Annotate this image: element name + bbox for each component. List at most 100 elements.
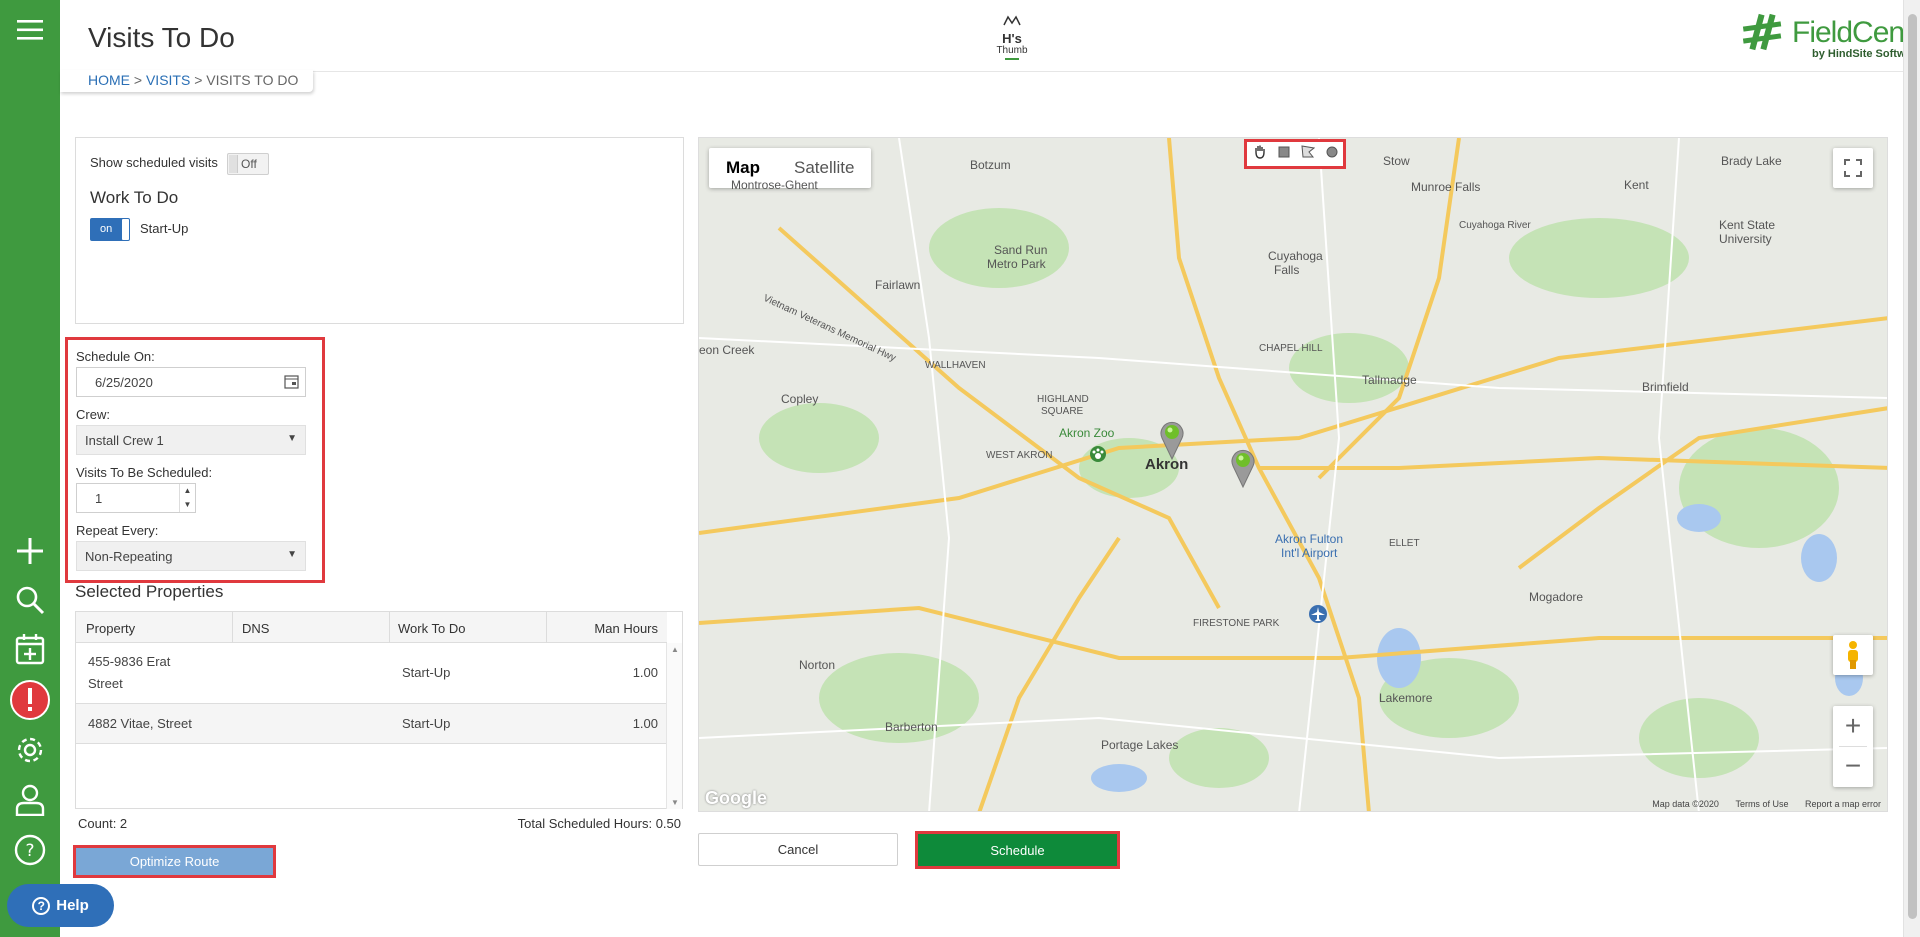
show-scheduled-toggle[interactable]: Off [227,153,269,175]
map-label: Copley [781,392,819,406]
polygon-icon[interactable] [1300,145,1315,163]
map-view[interactable]: Map Satellite + − Botzum Montrose-Ghent … [698,137,1888,812]
startup-label: Start-Up [140,221,189,236]
scroll-up-icon[interactable]: ▲ [671,645,679,654]
thumb-icon [1003,15,1021,26]
stepper-down-icon[interactable]: ▼ [180,498,195,512]
total-hours: Total Scheduled Hours: 0.50 [517,816,681,831]
column-header[interactable]: DNS [242,621,269,636]
map-label: Norton [799,658,836,672]
map-label: CHAPEL HILL [1259,343,1323,354]
plus-icon[interactable] [9,530,51,572]
scroll-down-icon[interactable]: ▼ [671,798,679,807]
map-label: HIGHLAND [1037,394,1089,405]
map-label: Sand Run [994,243,1048,257]
map-label: WALLHAVEN [925,360,986,371]
brand-name: FieldCentral [1792,16,1920,49]
map-label: Tallmadge [1362,373,1417,387]
table-row[interactable]: 4882 Vitae, Street Start-Up 1.00 [76,704,667,744]
property-line: 4882 Vitae, Street [88,716,192,731]
user-icon[interactable] [9,779,51,821]
map-label: University [1719,232,1772,246]
zoom-out-button[interactable]: − [1845,747,1861,787]
optimize-route-button[interactable]: Optimize Route [73,845,276,878]
schedule-button[interactable]: Schedule [915,831,1120,869]
schedule-on-input[interactable]: 6/25/2020 [76,367,306,397]
property-line: 455-9836 Erat [88,654,171,669]
fullscreen-button[interactable] [1833,148,1873,188]
logo-line2: Thumb [996,45,1028,56]
show-scheduled-label: Show scheduled visits [90,155,218,170]
map-label: Portage Lakes [1101,738,1179,752]
property-cell: 455-9836 Erat Street [88,651,170,695]
search-icon[interactable] [9,579,51,621]
map-label: SQUARE [1041,406,1084,417]
map-label: Barberton [885,720,938,734]
hours-cell: 1.00 [632,665,658,680]
zoom-in-button[interactable]: + [1845,706,1861,746]
rectangle-icon[interactable] [1278,145,1290,163]
map-label: Brady Lake [1721,154,1782,168]
repeat-select[interactable]: Non-Repeating ▼ [76,541,306,571]
alert-icon[interactable] [9,679,51,721]
crew-select[interactable]: Install Crew 1 ▼ [76,425,306,455]
zoom-control: + − [1833,706,1873,787]
logo-line1: H's [1002,31,1022,46]
repeat-value: Non-Repeating [85,549,173,564]
gear-icon[interactable] [9,729,51,771]
map-pin[interactable] [1159,420,1185,465]
map-label: Fairlawn [875,278,921,292]
breadcrumb-visits[interactable]: VISITS [146,72,190,88]
selected-properties-title: Selected Properties [75,582,224,601]
map-label: WEST AKRON [986,450,1053,461]
street-view-button[interactable] [1833,635,1873,675]
help-button[interactable]: ? Help [7,884,114,927]
table-row[interactable]: 455-9836 Erat Street Start-Up 1.00 [76,643,667,704]
circle-icon[interactable] [1326,145,1338,163]
company-logo: H's Thumb [992,14,1032,60]
repeat-label: Repeat Every: [76,523,159,538]
work-to-do-title: Work To Do [90,188,179,207]
crew-value: Install Crew 1 [85,433,164,448]
terms-link[interactable]: Terms of Use [1735,799,1788,809]
property-cell: 4882 Vitae, Street [88,713,192,735]
caret-down-icon: ▼ [287,549,297,560]
menu-icon[interactable] [9,9,51,51]
column-header[interactable]: Work To Do [398,621,465,636]
table-scrollbar[interactable]: ▲ ▼ [666,643,682,809]
map-attribution: Map data ©2020 Terms of Use Report a map… [1638,799,1881,809]
column-header[interactable]: Property [86,621,135,636]
fieldcentral-logo-icon [1742,13,1782,51]
google-logo: Google [705,788,767,808]
toggle-text: Off [241,157,257,171]
schedule-on-value: 6/25/2020 [95,375,153,390]
startup-toggle[interactable]: on [90,218,130,241]
visits-label: Visits To Be Scheduled: [76,465,213,480]
stepper-up-icon[interactable]: ▲ [180,484,195,498]
report-link[interactable]: Report a map error [1805,799,1881,809]
breadcrumb-home[interactable]: HOME [88,72,130,88]
brand-logo: FieldCentral by HindSite Software [1740,12,1920,60]
work-cell: Start-Up [402,665,451,680]
page-scrollbar[interactable] [1903,0,1920,937]
hours-cell: 1.00 [632,716,658,731]
map-label: Akron Zoo [1059,426,1115,440]
hand-icon[interactable] [1253,144,1267,164]
calendar-add-icon[interactable] [9,628,51,670]
map-label: eon Creek [699,343,755,357]
table-header: Property DNS Work To Do Man Hours [76,612,667,643]
map-label: Brimfield [1642,380,1689,394]
help-label: Help [56,897,89,914]
column-header[interactable]: Man Hours [536,621,658,636]
cancel-button[interactable]: Cancel [698,833,898,866]
schedule-form: Schedule On: 6/25/2020 Crew: Install Cre… [65,337,325,583]
calendar-icon[interactable] [284,374,299,392]
map-label: Montrose-Ghent [731,178,818,192]
map-pin[interactable] [1230,448,1256,493]
drawing-toolbar [1244,139,1346,169]
visits-stepper[interactable]: 1 ▲ ▼ [76,483,196,513]
svg-text:?: ? [25,841,34,861]
crew-label: Crew: [76,407,110,422]
pegman-icon [1848,641,1858,669]
help-circle-icon[interactable]: ? [9,829,51,871]
